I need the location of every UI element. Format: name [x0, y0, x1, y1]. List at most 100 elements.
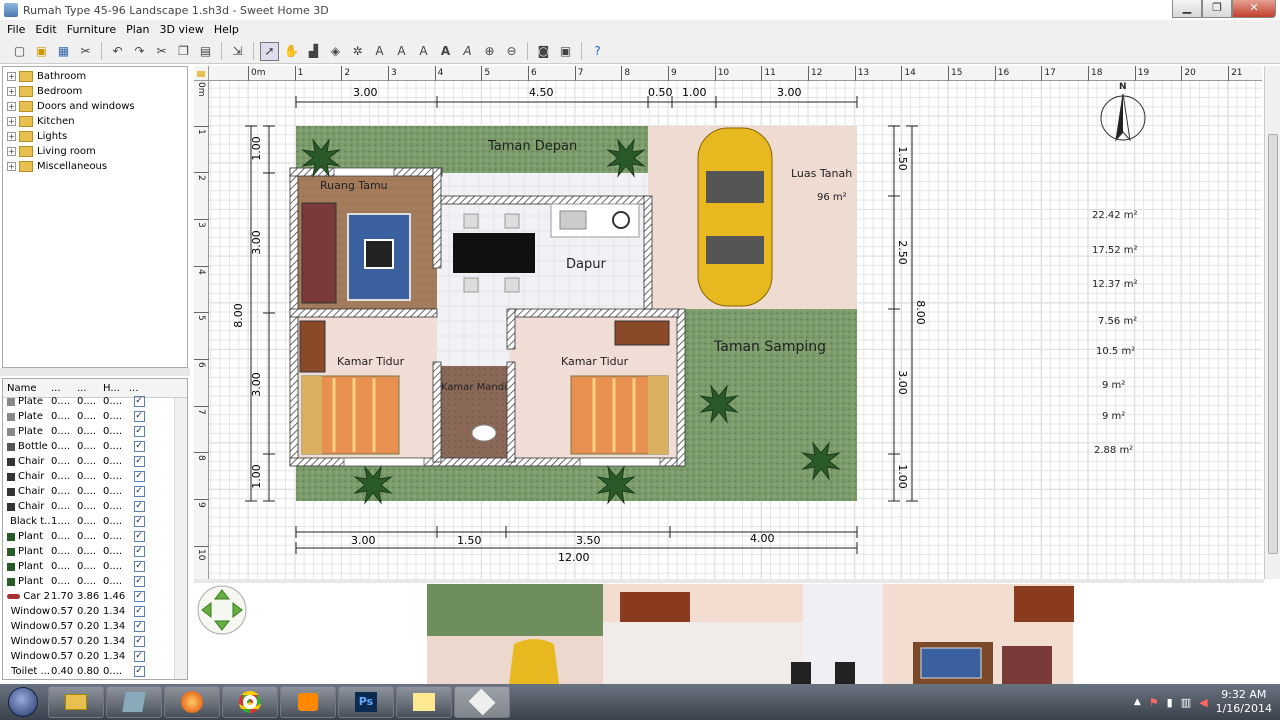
header-name[interactable]: Name: [3, 383, 50, 394]
visible-checkbox[interactable]: ✓: [133, 456, 145, 467]
table-row[interactable]: Plant 0.... 0.... 0.... ✓: [3, 529, 187, 544]
tray-volume-icon[interactable]: ◀: [1199, 696, 1207, 709]
taskbar-firefox[interactable]: [164, 686, 220, 718]
scroll-thumb[interactable]: [1268, 134, 1278, 554]
redo-icon[interactable]: ↷: [130, 42, 149, 61]
start-button[interactable]: [0, 684, 46, 720]
decrease-text-size-icon[interactable]: A: [414, 42, 433, 61]
paste-icon[interactable]: ▤: [196, 42, 215, 61]
room-kamar-tidur-1[interactable]: Kamar Tidur: [337, 355, 404, 368]
taskbar-chrome[interactable]: [222, 686, 278, 718]
table-row[interactable]: Window 0.57 0.20 1.34 ✓: [3, 634, 187, 649]
plan-horizontal-scrollbar[interactable]: [194, 579, 1264, 583]
tray-network-icon[interactable]: ▥: [1181, 696, 1191, 709]
add-text-icon[interactable]: A: [370, 42, 389, 61]
create-rooms-icon[interactable]: ◈: [326, 42, 345, 61]
visible-checkbox[interactable]: ✓: [133, 501, 145, 512]
room-kamar-mandi[interactable]: Kamar Mandi: [441, 382, 507, 393]
table-scrollbar[interactable]: [174, 398, 187, 679]
taskbar-sweethome3d[interactable]: [454, 686, 510, 718]
expand-icon[interactable]: +: [7, 132, 16, 141]
expand-icon[interactable]: +: [7, 147, 16, 156]
undo-icon[interactable]: ↶: [108, 42, 127, 61]
menu-plan[interactable]: Plan: [121, 23, 154, 36]
table-row[interactable]: Plant 0.... 0.... 0.... ✓: [3, 559, 187, 574]
tray-arrow-icon[interactable]: ▲: [1134, 697, 1141, 707]
visible-checkbox[interactable]: ✓: [133, 396, 145, 407]
table-row[interactable]: Chair 0.... 0.... 0.... ✓: [3, 499, 187, 514]
visible-checkbox[interactable]: ✓: [133, 441, 145, 452]
table-row[interactable]: Plant 0.... 0.... 0.... ✓: [3, 544, 187, 559]
visible-checkbox[interactable]: ✓: [133, 591, 145, 602]
visible-checkbox[interactable]: ✓: [133, 651, 145, 662]
visible-checkbox[interactable]: ✓: [133, 486, 145, 497]
menu-3d-view[interactable]: 3D view: [155, 23, 209, 36]
visible-checkbox[interactable]: ✓: [133, 411, 145, 422]
cut-furniture-icon[interactable]: ✂: [76, 42, 95, 61]
header-height[interactable]: H...: [102, 383, 128, 394]
room-luas-tanah[interactable]: Luas Tanah: [791, 167, 852, 180]
zoom-in-icon[interactable]: ⊕: [480, 42, 499, 61]
header-visible[interactable]: ...: [128, 383, 154, 394]
new-home-icon[interactable]: ▢: [10, 42, 29, 61]
table-row[interactable]: Chair 0.... 0.... 0.... ✓: [3, 454, 187, 469]
zoom-out-icon[interactable]: ⊖: [502, 42, 521, 61]
table-row[interactable]: Plant 0.... 0.... 0.... ✓: [3, 574, 187, 589]
cut-icon[interactable]: ✂: [152, 42, 171, 61]
table-row[interactable]: Window 0.57 0.20 1.34 ✓: [3, 604, 187, 619]
tray-action-center-icon[interactable]: ⚑: [1149, 696, 1159, 709]
panel-splitter[interactable]: [0, 368, 190, 376]
table-row[interactable]: Plate 0.... 0.... 0.... ✓: [3, 424, 187, 439]
menu-edit[interactable]: Edit: [30, 23, 61, 36]
menu-help[interactable]: Help: [209, 23, 244, 36]
pan-mode-icon[interactable]: ✋: [282, 42, 301, 61]
taskbar-ie[interactable]: [106, 686, 162, 718]
table-row[interactable]: Plate 0.... 0.... 0.... ✓: [3, 409, 187, 424]
table-row[interactable]: Window 0.57 0.20 1.34 ✓: [3, 619, 187, 634]
expand-icon[interactable]: +: [7, 117, 16, 126]
room-kamar-tidur-2[interactable]: Kamar Tidur: [561, 355, 628, 368]
taskbar-explorer[interactable]: [48, 686, 104, 718]
expand-icon[interactable]: +: [7, 87, 16, 96]
visible-checkbox[interactable]: ✓: [133, 666, 145, 677]
expand-icon[interactable]: +: [7, 102, 16, 111]
table-row[interactable]: Bottle 0.... 0.... 0.... ✓: [3, 439, 187, 454]
taskbar-media[interactable]: [280, 686, 336, 718]
menu-file[interactable]: File: [2, 23, 30, 36]
visible-checkbox[interactable]: ✓: [133, 531, 145, 542]
tray-usb-icon[interactable]: ▮: [1167, 696, 1173, 709]
minimize-button[interactable]: ▁: [1172, 0, 1202, 18]
catalog-item-bathroom[interactable]: + Bathroom: [3, 69, 187, 84]
table-row[interactable]: Chair 0.... 0.... 0.... ✓: [3, 469, 187, 484]
catalog-item-living-room[interactable]: + Living room: [3, 144, 187, 159]
visible-checkbox[interactable]: ✓: [133, 576, 145, 587]
maximize-button[interactable]: ❐: [1202, 0, 1232, 18]
visible-checkbox[interactable]: ✓: [133, 471, 145, 482]
open-icon[interactable]: ▣: [32, 42, 51, 61]
room-taman-depan[interactable]: Taman Depan: [488, 139, 577, 154]
copy-icon[interactable]: ❐: [174, 42, 193, 61]
table-row[interactable]: Car 2 1.70 3.86 1.46 ✓: [3, 589, 187, 604]
table-row[interactable]: Plate 0.... 0.... 0.... ✓: [3, 394, 187, 409]
create-photo-icon[interactable]: ◙: [534, 42, 553, 61]
visible-checkbox[interactable]: ✓: [133, 636, 145, 647]
taskbar-photoshop[interactable]: Ps: [338, 686, 394, 718]
plan-vertical-scrollbar[interactable]: [1264, 66, 1280, 579]
visible-checkbox[interactable]: ✓: [133, 546, 145, 557]
catalog-item-bedroom[interactable]: + Bedroom: [3, 84, 187, 99]
close-button[interactable]: ✕: [1232, 0, 1276, 18]
header-depth[interactable]: ...: [76, 383, 102, 394]
expand-icon[interactable]: +: [7, 162, 16, 171]
visible-checkbox[interactable]: ✓: [133, 426, 145, 437]
room-taman-samping[interactable]: Taman Samping: [714, 339, 826, 355]
table-row[interactable]: Window 0.57 0.20 1.34 ✓: [3, 649, 187, 664]
select-mode-icon[interactable]: ➚: [260, 41, 279, 61]
menu-furniture[interactable]: Furniture: [62, 23, 121, 36]
visible-checkbox[interactable]: ✓: [133, 606, 145, 617]
visible-checkbox[interactable]: ✓: [133, 561, 145, 572]
catalog-item-kitchen[interactable]: + Kitchen: [3, 114, 187, 129]
visible-checkbox[interactable]: ✓: [133, 516, 145, 527]
taskbar-notes[interactable]: [396, 686, 452, 718]
clock[interactable]: 9:32 AM 1/16/2014: [1216, 688, 1272, 716]
table-row[interactable]: Black t... 1.... 0.... 0.... ✓: [3, 514, 187, 529]
